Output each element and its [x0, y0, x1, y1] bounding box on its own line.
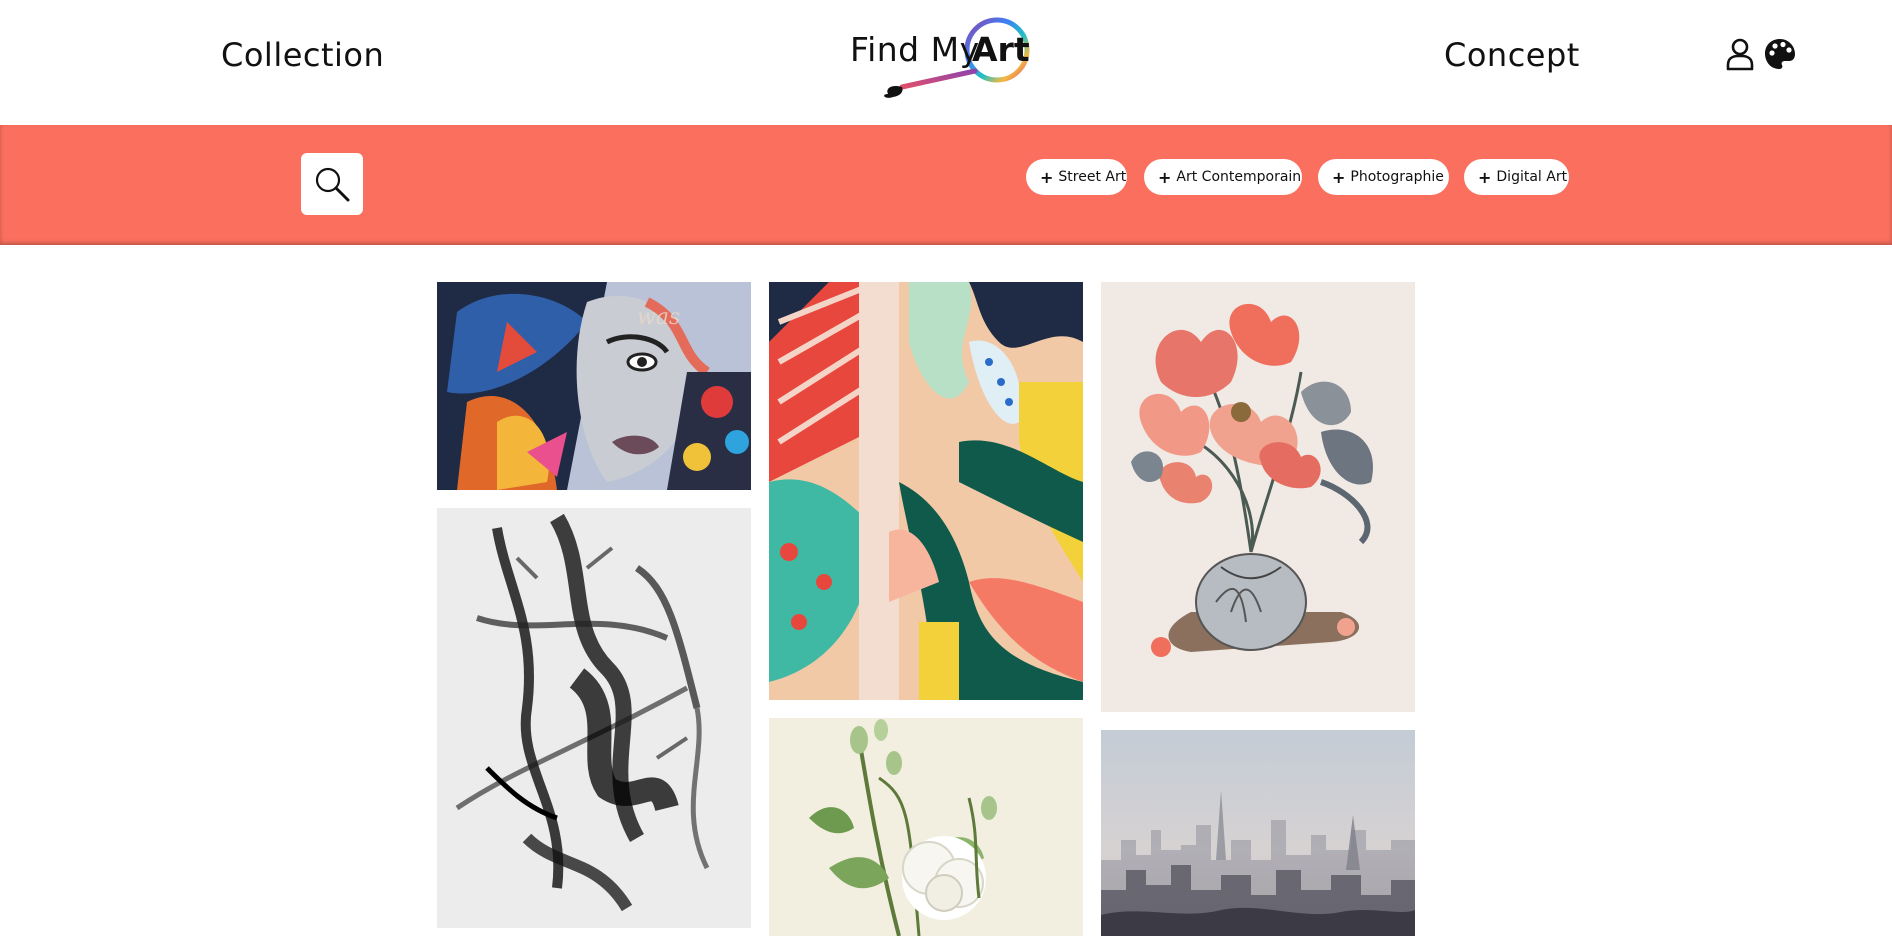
tag-label: Digital Art: [1496, 169, 1568, 185]
art-gallery: was: [0, 245, 1892, 936]
artwork-card-white-rose[interactable]: [769, 718, 1083, 936]
search-button[interactable]: [301, 153, 363, 215]
palette-icon[interactable]: [1762, 36, 1798, 72]
search-icon: [315, 167, 350, 202]
nav-concept-link[interactable]: Concept: [1444, 36, 1580, 74]
tag-art-contemporain[interactable]: + Art Contemporain: [1144, 159, 1302, 195]
tag-digital-art[interactable]: + Digital Art: [1464, 159, 1569, 195]
user-icon[interactable]: [1722, 36, 1758, 72]
tag-label: Photographie: [1350, 169, 1444, 185]
artwork-card-colorful-mural[interactable]: [769, 282, 1083, 700]
tag-photographie[interactable]: + Photographie: [1318, 159, 1449, 195]
svg-text:was: was: [637, 305, 680, 330]
artwork-card-foggy-city[interactable]: [1101, 730, 1415, 936]
plus-icon: +: [1332, 167, 1346, 187]
plus-icon: +: [1040, 167, 1054, 187]
artwork-card-abstract-ink[interactable]: [437, 508, 751, 928]
tag-label: Art Contemporain: [1176, 169, 1302, 185]
tag-label: Street Art: [1058, 169, 1127, 185]
site-logo[interactable]: Find My Art: [848, 16, 1030, 100]
logo-highlight-text: Art: [972, 30, 1030, 69]
artwork-card-street-art-portrait[interactable]: was: [437, 282, 751, 490]
tag-street-art[interactable]: + Street Art: [1026, 159, 1127, 195]
plus-icon: +: [1158, 167, 1172, 187]
plus-icon: +: [1478, 167, 1492, 187]
site-header: Collection Find My Art Concept: [0, 0, 1892, 125]
filter-bar: + Street Art + Art Contemporain + Photog…: [0, 125, 1892, 245]
logo-text: Find My: [850, 30, 980, 69]
artwork-card-flower-vase[interactable]: [1101, 282, 1415, 712]
nav-collection-link[interactable]: Collection: [221, 36, 384, 74]
